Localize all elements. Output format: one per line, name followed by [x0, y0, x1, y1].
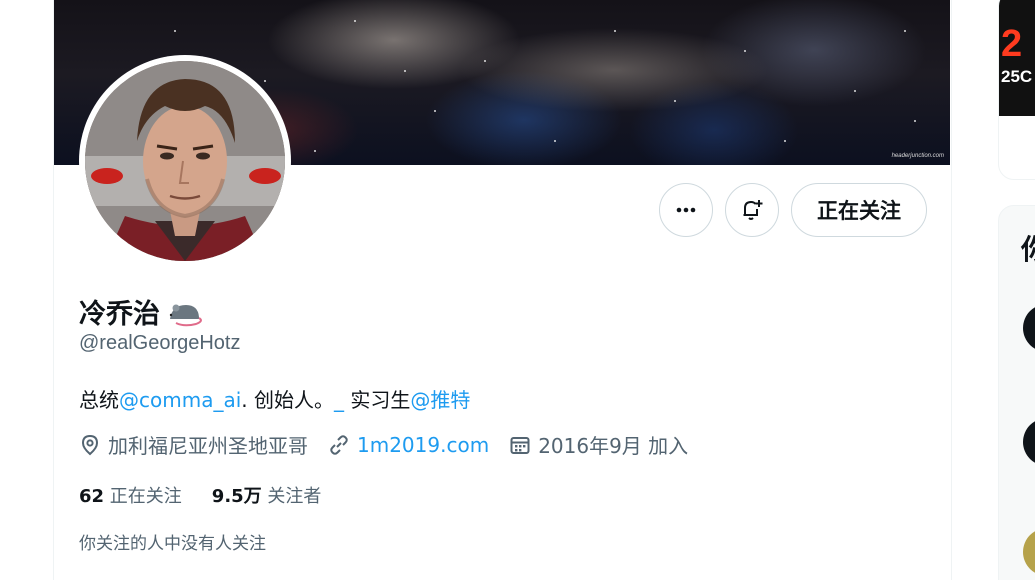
- bio-prefix: 总统: [79, 388, 119, 412]
- followers-count: 9.5万: [211, 486, 262, 507]
- profile-meta: 加利福尼亚州圣地亚哥 1m2019.com 2016年9月 加入: [79, 430, 708, 459]
- profile-column: headerjunction.com 正在关注 冷乔治 @realGeorgeH…: [54, 0, 952, 580]
- handle: @realGeorgeHotz: [79, 332, 241, 354]
- banner-watermark: headerjunction.com: [891, 153, 944, 159]
- promo-number: 2: [1001, 23, 1023, 65]
- left-gutter: [0, 0, 54, 580]
- display-name: 冷乔治: [79, 299, 160, 330]
- profile-stats: 62 正在关注 9.5万 关注者: [79, 482, 321, 508]
- location-item: 加利福尼亚州圣地亚哥: [79, 430, 308, 459]
- more-dots-icon: [676, 207, 696, 213]
- promo-card[interactable]: 2 25C: [998, 0, 1035, 180]
- following-stat[interactable]: 62 正在关注: [79, 482, 182, 508]
- avatar-ring: [79, 55, 291, 267]
- more-button[interactable]: [659, 183, 713, 237]
- following-count: 62: [79, 486, 105, 507]
- bio-underscore-link[interactable]: _: [334, 388, 344, 412]
- bio-mention-twitter[interactable]: @推特: [410, 388, 470, 412]
- avatar-portrait: [85, 61, 285, 261]
- followed-by-note: 你关注的人中没有人关注: [79, 534, 266, 554]
- who-to-follow-card: 你: [998, 205, 1035, 580]
- profile-actions: 正在关注: [659, 183, 927, 237]
- calendar-icon: [510, 436, 530, 454]
- promo-subtext: 25C: [1001, 67, 1033, 86]
- suggestion-avatar[interactable]: [1023, 304, 1035, 352]
- suggestion-avatar[interactable]: [1023, 528, 1035, 576]
- suggestion-avatar[interactable]: [1023, 418, 1035, 466]
- followers-stat[interactable]: 9.5万 关注者: [212, 482, 322, 508]
- bio: 总统@comma_ai. 创始人。_ 实习生@推特: [79, 384, 470, 413]
- bio-mention-comma-ai[interactable]: @comma_ai: [119, 388, 241, 412]
- following-button[interactable]: 正在关注: [791, 183, 927, 237]
- followers-label: 关注者: [267, 486, 322, 507]
- location-text: 加利福尼亚州圣地亚哥: [108, 434, 308, 458]
- website-link[interactable]: 1m2019.com: [357, 433, 489, 457]
- following-label: 正在关注: [109, 486, 182, 507]
- bio-middle: . 创始人。: [241, 388, 334, 412]
- page: headerjunction.com 正在关注 冷乔治 @realGeorgeH…: [0, 0, 1035, 580]
- notify-button[interactable]: [725, 183, 779, 237]
- avatar[interactable]: [85, 61, 285, 261]
- website-item: 1m2019.com: [328, 433, 489, 457]
- bell-plus-icon: [743, 200, 763, 220]
- joined-item: 2016年9月 加入: [509, 430, 688, 459]
- right-sidebar: 2 25C 你: [953, 0, 1035, 580]
- link-icon: [330, 434, 348, 455]
- bio-middle2: 实习生: [343, 388, 411, 412]
- who-to-follow-title: 你: [1021, 228, 1035, 268]
- location-pin-icon: [81, 434, 99, 455]
- name-row: 冷乔治: [79, 292, 204, 331]
- joined-text: 2016年9月 加入: [538, 434, 689, 458]
- promo-image: 2 25C: [999, 0, 1035, 116]
- rat-emoji-icon: [169, 304, 202, 326]
